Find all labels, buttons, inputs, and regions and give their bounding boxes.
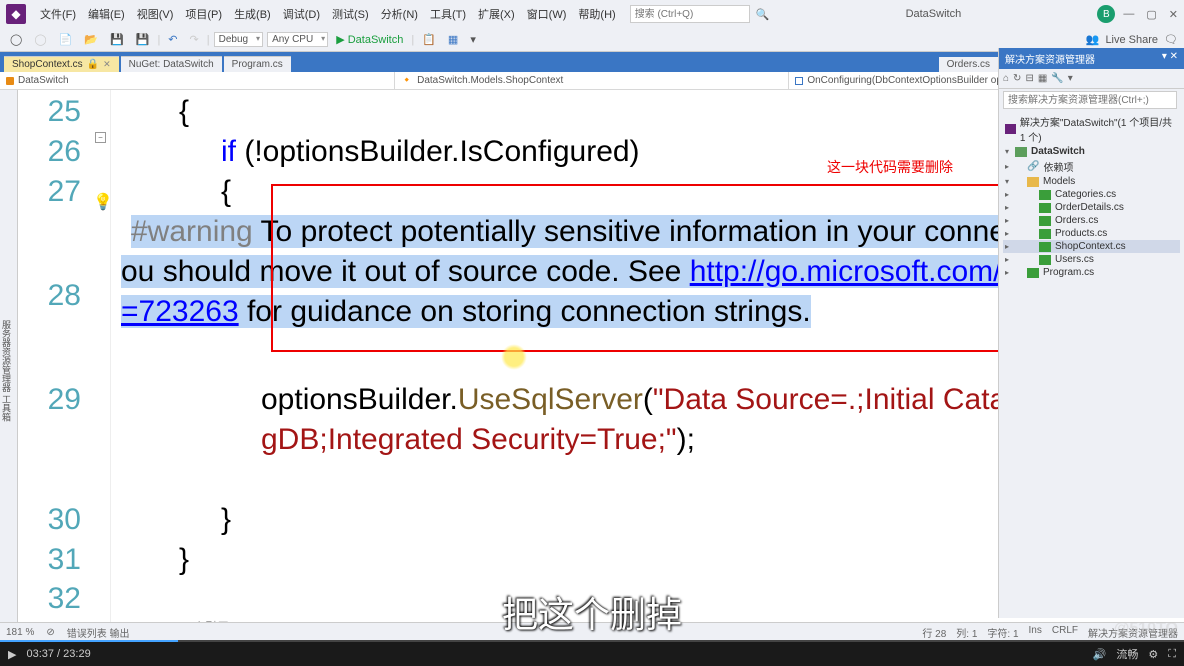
solution-explorer: 解决方案资源管理器▾ ✕ ⌂↻⊟▦🔧▾ 解决方案"DataSwitch"(1 个…	[998, 48, 1184, 618]
settings-icon[interactable]: ⚙	[1148, 648, 1158, 661]
tab-program[interactable]: Program.cs	[224, 56, 291, 72]
account-badge[interactable]: B	[1097, 5, 1115, 23]
menu-tools[interactable]: 工具(T)	[424, 6, 472, 22]
status-ins: Ins	[1029, 625, 1042, 640]
status-col: 列: 1	[956, 625, 977, 640]
redo-icon[interactable]: ↷	[186, 33, 203, 46]
crumb-namespace[interactable]: 🔸DataSwitch.Models.ShopContext	[395, 72, 790, 89]
maximize-icon[interactable]: ▢	[1146, 8, 1156, 21]
props-icon[interactable]: 🔧	[1051, 73, 1063, 84]
play-icon[interactable]: ▶	[8, 648, 16, 661]
tree-file[interactable]: ▸Products.cs	[1003, 227, 1180, 240]
save-all-icon[interactable]: 💾	[132, 33, 154, 46]
lightbulb-icon[interactable]: 💡	[93, 192, 113, 213]
menu-view[interactable]: 视图(V)	[131, 6, 180, 22]
menu-project[interactable]: 项目(P)	[179, 6, 228, 22]
menu-analyze[interactable]: 分析(N)	[375, 6, 424, 22]
status-char: 字符: 1	[987, 625, 1018, 640]
line-gutter: 25 26 27 28 29 30 31 32 33	[18, 90, 93, 648]
video-controls: ▶ 03:37 / 23:29 🔊 流畅 ⚙ ⛶	[0, 642, 1184, 666]
tree-file[interactable]: ▸Categories.cs	[1003, 188, 1180, 201]
video-time: 03:37 / 23:29	[26, 648, 90, 660]
menu-debug[interactable]: 调试(D)	[277, 6, 326, 22]
crumb-project[interactable]: DataSwitch	[0, 72, 395, 89]
status-bar: 181 % ⊘ 错误列表 输出 行 28 列: 1 字符: 1 Ins CRLF…	[0, 622, 1184, 642]
menu-edit[interactable]: 编辑(E)	[82, 6, 131, 22]
refresh-icon[interactable]: ↻	[1013, 73, 1021, 84]
save-icon[interactable]: 💾	[106, 33, 128, 46]
tree-file[interactable]: ▸Program.cs	[1003, 266, 1180, 279]
live-share-icon[interactable]: 👥	[1086, 33, 1100, 46]
panel-header: 解决方案资源管理器▾ ✕	[999, 48, 1184, 69]
zoom-level[interactable]: 181 %	[6, 627, 34, 638]
quality-button[interactable]: 流畅	[1116, 646, 1138, 662]
live-share-button[interactable]: Live Share	[1105, 34, 1158, 46]
search-input[interactable]	[630, 5, 750, 23]
tb-icon-1[interactable]: 📋	[418, 33, 440, 46]
menu-build[interactable]: 生成(B)	[228, 6, 277, 22]
tab-nuget[interactable]: NuGet: DataSwitch	[121, 56, 222, 72]
tb-icon-3[interactable]: ▾	[466, 33, 480, 46]
menu-help[interactable]: 帮助(H)	[572, 6, 621, 22]
vs-logo-icon: ◆	[6, 4, 26, 24]
undo-icon[interactable]: ↶	[164, 33, 181, 46]
fullscreen-icon[interactable]: ⛶	[1168, 648, 1176, 661]
panel-close-icon[interactable]: ▾ ✕	[1162, 51, 1178, 66]
tree-file[interactable]: ▸Users.cs	[1003, 253, 1180, 266]
open-icon[interactable]: 📂	[80, 33, 102, 46]
title-bar: ◆ 文件(F) 编辑(E) 视图(V) 项目(P) 生成(B) 调试(D) 测试…	[0, 0, 1184, 28]
new-file-icon[interactable]: 📄	[55, 33, 77, 46]
tree-file[interactable]: ▸OrderDetails.cs	[1003, 201, 1180, 214]
status-crlf: CRLF	[1052, 625, 1078, 640]
tab-close-icon[interactable]: ✕	[103, 59, 111, 70]
fold-toggle-icon[interactable]: −	[95, 132, 106, 143]
annotation-box	[271, 184, 1099, 352]
tab-orders[interactable]: Orders.cs	[939, 57, 998, 72]
home-icon[interactable]: ⌂	[1003, 73, 1009, 84]
volume-icon[interactable]: 🔊	[1093, 648, 1107, 661]
menu-window[interactable]: 窗口(W)	[521, 6, 573, 22]
show-all-icon[interactable]: ▦	[1038, 73, 1047, 84]
solution-tree[interactable]: 解决方案"DataSwitch"(1 个项目/共 1 个) ▾DataSwitc…	[999, 111, 1184, 281]
menu-ext[interactable]: 扩展(X)	[472, 6, 521, 22]
panel-toolbar: ⌂↻⊟▦🔧▾	[999, 69, 1184, 89]
nav-fwd-icon[interactable]: ◯	[30, 33, 50, 46]
output-tabs[interactable]: 错误列表 输出	[67, 625, 130, 640]
tb-icon-2[interactable]: ▦	[444, 33, 462, 46]
annotation-label: 这一块代码需要删除	[827, 158, 953, 177]
config-dropdown[interactable]: Debug	[214, 32, 263, 47]
tab-shopcontext[interactable]: ShopContext.cs 🔒✕	[4, 56, 119, 72]
cursor-highlight	[501, 344, 527, 370]
left-toolbox[interactable]: 服务器资源管理器 工具箱	[0, 90, 18, 648]
menu-test[interactable]: 测试(S)	[326, 6, 375, 22]
status-line: 行 28	[922, 625, 946, 640]
solution-search-input[interactable]	[1003, 91, 1177, 109]
collapse-icon[interactable]: ⊟	[1025, 73, 1033, 84]
nav-back-icon[interactable]: ◯	[6, 33, 26, 46]
run-button[interactable]: ▶ DataSwitch	[332, 33, 407, 46]
tree-file-selected[interactable]: ▸ShopContext.cs	[1003, 240, 1180, 253]
minimize-icon[interactable]: —	[1123, 8, 1134, 21]
fold-margin[interactable]: −	[93, 90, 111, 648]
menu-file[interactable]: 文件(F)	[34, 6, 82, 22]
feedback-icon[interactable]: 🗨	[1164, 33, 1178, 46]
platform-dropdown[interactable]: Any CPU	[267, 32, 328, 47]
watermark: @510TO	[1114, 620, 1178, 638]
tree-file[interactable]: ▸Orders.cs	[1003, 214, 1180, 227]
search-icon: 🔍	[756, 8, 770, 21]
progress-bar[interactable]	[0, 640, 1184, 642]
zoom-reset-icon[interactable]: ⊘	[46, 627, 54, 638]
close-icon[interactable]: ✕	[1169, 8, 1178, 21]
app-title: DataSwitch	[769, 8, 1097, 20]
